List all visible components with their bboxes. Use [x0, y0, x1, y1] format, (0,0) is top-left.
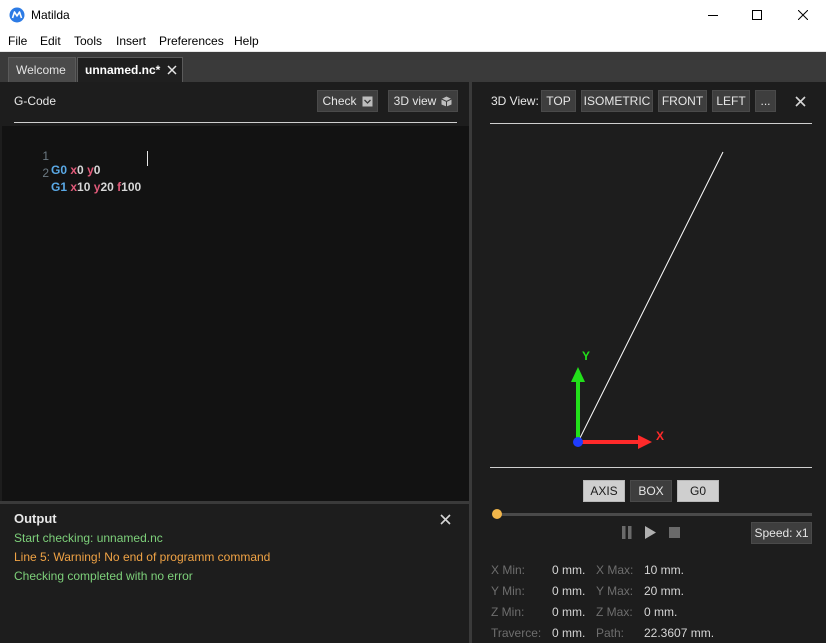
output-line: Start checking: unnamed.nc	[14, 531, 163, 545]
x-max-value: 10 mm.	[644, 563, 685, 577]
close-icon	[798, 10, 808, 20]
stop-icon[interactable]	[669, 527, 681, 539]
code-token: 100	[121, 180, 142, 194]
menu-bar: File Edit Tools Insert Preferences Help	[0, 30, 826, 52]
code-line-2: 2 G1 x10 y20 f100	[2, 152, 141, 208]
y-max-value: 20 mm.	[644, 584, 685, 598]
traverce-value: 0 mm.	[552, 626, 586, 640]
view-left-button[interactable]: LEFT	[712, 90, 750, 112]
minimize-icon	[708, 15, 718, 16]
code-token: 20	[100, 180, 114, 194]
tab-welcome[interactable]: Welcome	[8, 57, 76, 82]
check-dropdown-icon	[362, 96, 372, 106]
check-button-label: Check	[322, 94, 357, 108]
gcode-panel-title: G-Code	[14, 94, 57, 108]
matilda-logo-icon	[9, 7, 25, 23]
menu-edit[interactable]: Edit	[40, 34, 61, 48]
y-axis-arrow	[571, 367, 585, 382]
view3d-button-label: 3D view	[393, 94, 437, 108]
close-view3d-icon[interactable]	[795, 96, 806, 107]
x-min-label: X Min:	[491, 563, 526, 577]
x-axis-arrow	[638, 435, 652, 449]
x-axis-label: X	[656, 429, 664, 443]
code-token: G1	[51, 180, 68, 194]
z-min-label: Z Min:	[491, 605, 525, 619]
view3d-canvas[interactable]: Y X	[490, 124, 812, 467]
playback-slider-track[interactable]	[497, 513, 812, 516]
cube-icon	[441, 96, 453, 106]
view3d-button[interactable]: 3D view	[388, 90, 458, 112]
view3d-bottom-separator	[490, 467, 812, 468]
toolpath-line	[577, 151, 724, 443]
view-top-button[interactable]: TOP	[541, 90, 576, 112]
axis-toggle-button[interactable]: AXIS	[583, 480, 625, 502]
more-views-button[interactable]: ...	[755, 90, 776, 112]
y-min-label: Y Min:	[491, 584, 525, 598]
view-front-button[interactable]: FRONT	[658, 90, 707, 112]
close-output-icon[interactable]	[440, 514, 451, 525]
y-axis-label: Y	[582, 349, 590, 363]
code-token: 10	[77, 180, 91, 194]
window-title: Matilda	[31, 8, 70, 22]
code-token: 0	[77, 163, 84, 177]
code-text: G0 x0 y0	[51, 163, 100, 177]
title-bar: Matilda	[0, 0, 826, 30]
path-label: Path:	[596, 626, 625, 640]
gcode-separator	[14, 122, 457, 123]
tab-unnamed[interactable]: unnamed.nc*	[77, 57, 183, 82]
close-window-button[interactable]	[780, 0, 826, 30]
box-toggle-button[interactable]: BOX	[630, 480, 672, 502]
play-icon[interactable]	[644, 526, 657, 539]
code-token: G0	[51, 163, 68, 177]
traverce-label: Traverce:	[491, 626, 542, 640]
view-isometric-button[interactable]: ISOMETRIC	[581, 90, 653, 112]
menu-insert[interactable]: Insert	[116, 34, 146, 48]
x-min-value: 0 mm.	[552, 563, 586, 577]
menu-help[interactable]: Help	[234, 34, 259, 48]
z-max-value: 0 mm.	[644, 605, 678, 619]
code-token: 0	[93, 163, 101, 177]
z-max-label: Z Max:	[596, 605, 633, 619]
output-line: Line 5: Warning! No end of programm comm…	[14, 550, 271, 564]
minimize-button[interactable]	[690, 0, 736, 30]
g0-toggle-button[interactable]: G0	[677, 480, 719, 502]
origin-marker	[573, 437, 583, 447]
output-line: Checking completed with no error	[14, 569, 193, 583]
tab-label: Welcome	[16, 63, 66, 77]
path-value: 22.3607 mm.	[644, 626, 715, 640]
menu-preferences[interactable]: Preferences	[159, 34, 224, 48]
pause-icon[interactable]	[621, 526, 633, 539]
code-text: G1 x10 y20 f100	[51, 180, 141, 194]
gcode-editor[interactable]: 1 G0 x0 y0 2 G1 x10 y20 f100	[2, 126, 469, 501]
close-tab-icon[interactable]	[166, 64, 178, 76]
y-min-value: 0 mm.	[552, 584, 586, 598]
y-max-label: Y Max:	[596, 584, 634, 598]
playback-slider-handle[interactable]	[492, 509, 502, 519]
tab-label: unnamed.nc*	[85, 63, 161, 77]
z-min-value: 0 mm.	[552, 605, 586, 619]
document-tab-bar: Welcome unnamed.nc*	[0, 52, 826, 82]
menu-file[interactable]: File	[8, 34, 27, 48]
maximize-icon	[752, 10, 762, 20]
line-number: 2	[42, 166, 49, 180]
code-token: y	[87, 163, 94, 177]
speed-button[interactable]: Speed: x1	[751, 522, 812, 544]
output-title: Output	[14, 511, 57, 526]
x-max-label: X Max:	[596, 563, 634, 577]
text-cursor	[147, 151, 148, 166]
line-number: 1	[42, 149, 49, 163]
view3d-scene: Y X	[571, 151, 724, 449]
maximize-button[interactable]	[734, 0, 780, 30]
check-button[interactable]: Check	[317, 90, 378, 112]
menu-tools[interactable]: Tools	[74, 34, 102, 48]
view3d-label: 3D View:	[491, 94, 539, 108]
